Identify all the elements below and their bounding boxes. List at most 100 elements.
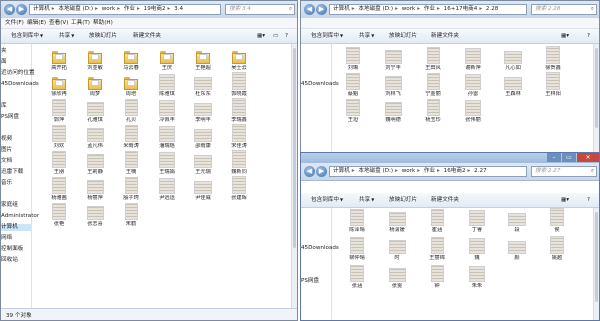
folder-item[interactable]: 徐欣冉: [44, 72, 74, 97]
view-options-icon[interactable]: ▦▾: [257, 32, 265, 40]
image-file-item[interactable]: 张涵: [342, 264, 372, 289]
breadcrumb-item[interactable]: 19电商2: [144, 6, 166, 12]
image-file-item[interactable]: 丁睿: [462, 208, 492, 233]
breadcrumb-item[interactable]: 本地磁盘 (D:): [358, 168, 393, 174]
image-file-item[interactable]: 郭萍: [44, 98, 74, 123]
sidebar-item[interactable]: 视频: [1, 136, 12, 143]
help-icon[interactable]: ?: [587, 32, 590, 40]
image-file-item[interactable]: 王楠: [116, 150, 146, 175]
sidebar-item[interactable]: 库: [1, 103, 7, 110]
include-in-library-button[interactable]: 包含到库中▼: [11, 32, 43, 40]
image-file-item[interactable]: 杨玉珍: [418, 98, 448, 123]
image-file-item[interactable]: 柳仲晴: [342, 236, 372, 261]
image-file-item[interactable]: 刘宁丰: [378, 46, 408, 71]
breadcrumb-item[interactable]: 2.27: [474, 168, 486, 174]
image-file-item[interactable]: 殷子珂: [116, 176, 146, 201]
sidebar-item[interactable]: 控制面板: [1, 246, 23, 253]
new-folder-button[interactable]: 新建文件夹: [133, 32, 161, 40]
image-file-item[interactable]: 张艳: [44, 202, 74, 227]
forward-button[interactable]: ▶: [316, 4, 327, 15]
breadcrumb-item[interactable]: 3.4: [174, 6, 183, 12]
image-file-item[interactable]: 孙雷: [458, 72, 488, 97]
image-file-item[interactable]: 时: [382, 236, 412, 261]
scrollbar-thumb[interactable]: [595, 48, 598, 128]
sidebar-item[interactable]: 面: [1, 59, 7, 66]
image-file-item[interactable]: 陈泽晴: [342, 208, 372, 233]
folder-item[interactable]: 马云春: [116, 46, 146, 71]
breadcrumb[interactable]: 计算机 ▸ 本地磁盘 (D:) ▸ work ▸ 作业 ▸ 19电商2 ▸ 3.4: [29, 4, 221, 15]
image-file-item[interactable]: 魏: [462, 236, 492, 261]
breadcrumb-item[interactable]: 作业: [424, 6, 435, 12]
breadcrumb-item[interactable]: work: [102, 6, 116, 12]
breadcrumb-item[interactable]: 2.28: [486, 6, 498, 12]
minimize-button[interactable]: –: [547, 153, 561, 162]
include-in-library-button[interactable]: 包含到库中▼: [311, 196, 343, 204]
view-options-icon[interactable]: ▦▾: [561, 32, 569, 40]
folder-item[interactable]: 吴士云: [224, 46, 254, 71]
share-button[interactable]: 共享▼: [59, 32, 74, 40]
sidebar-item[interactable]: 近访问的位置: [1, 70, 35, 77]
image-file-item[interactable]: 徐贺鑫: [538, 46, 568, 71]
image-file-item[interactable]: 王瑞娟: [152, 150, 182, 175]
menu-help[interactable]: 帮助(H): [93, 19, 113, 27]
image-file-item[interactable]: 钟: [422, 264, 452, 289]
image-file-item[interactable]: 李明丰: [188, 98, 218, 123]
forward-button[interactable]: ▶: [16, 4, 27, 15]
breadcrumb-item[interactable]: 计算机: [333, 168, 350, 174]
image-file-item[interactable]: 郭晓霞: [224, 72, 254, 97]
image-file-item[interactable]: 冷佩丰: [152, 98, 182, 123]
breadcrumb-item[interactable]: 本地磁盘 (D:): [358, 6, 393, 12]
image-file-item[interactable]: 潘瑞瑶: [152, 124, 182, 149]
breadcrumb-item[interactable]: 16+17电商4: [444, 6, 478, 12]
slideshow-button[interactable]: 放映幻灯片: [89, 32, 117, 40]
scrollbar-thumb[interactable]: [595, 212, 598, 302]
sidebar-item[interactable]: 图片: [1, 147, 12, 154]
image-file-item[interactable]: 李瑞鑫: [224, 98, 254, 123]
image-file-item[interactable]: 王元瑞: [188, 150, 218, 175]
slideshow-button[interactable]: 放映幻灯片: [389, 32, 417, 40]
image-file-item[interactable]: 宋佳涛: [224, 124, 254, 149]
image-file-item[interactable]: 朱朱: [462, 264, 492, 289]
breadcrumb[interactable]: 计算机 ▸ 本地磁盘 (D:) ▸ work ▸ 作业 ▸ 16+17电商4 ▸ 2.28: [329, 4, 527, 15]
image-file-item[interactable]: 魏明德: [378, 98, 408, 123]
image-file-item[interactable]: 凡心如: [498, 46, 528, 71]
sidebar-item[interactable]: 迅雷下载: [1, 169, 23, 176]
breadcrumb-item[interactable]: work: [402, 168, 416, 174]
menu-view[interactable]: 查看(V): [49, 19, 68, 27]
breadcrumb-item[interactable]: 作业: [124, 6, 135, 12]
image-file-item[interactable]: 朱鹤: [116, 202, 146, 227]
image-file-item[interactable]: 米雨涛: [116, 124, 146, 149]
breadcrumb-item[interactable]: 计算机: [33, 6, 50, 12]
vertical-scrollbar[interactable]: [291, 44, 297, 309]
breadcrumb-item[interactable]: work: [402, 6, 416, 12]
image-file-item[interactable]: 段: [502, 208, 532, 233]
sidebar-item[interactable]: PS网盘: [301, 278, 319, 285]
image-file-item[interactable]: 杨潇媛: [382, 208, 412, 233]
image-file-item[interactable]: 王森林: [498, 72, 528, 97]
back-button[interactable]: ◀: [4, 4, 15, 15]
sidebar-item[interactable]: 计算机: [1, 224, 31, 231]
image-file-item[interactable]: 谢新萍: [458, 46, 488, 71]
help-icon[interactable]: ?: [285, 32, 288, 40]
folder-item[interactable]: 周培: [116, 72, 146, 97]
image-file-item[interactable]: 姚越: [542, 236, 572, 261]
image-file-item[interactable]: 邵雨康: [188, 124, 218, 149]
new-folder-button[interactable]: 新建文件夹: [431, 32, 459, 40]
image-file-item[interactable]: 蔡魁: [338, 72, 368, 97]
search-input[interactable]: 搜索 3.4 ⌕: [225, 4, 295, 15]
image-file-item[interactable]: 陈雅琪: [152, 72, 182, 97]
menu-edit[interactable]: 编辑(E): [27, 19, 46, 27]
sidebar-item[interactable]: 文档: [1, 158, 12, 165]
image-file-item[interactable]: 王田风: [418, 46, 448, 71]
sidebar-item[interactable]: 家庭组: [1, 202, 18, 209]
breadcrumb-item[interactable]: 本地磁盘 (D:): [58, 6, 93, 12]
image-file-item[interactable]: 杜东东: [188, 72, 218, 97]
folder-item[interactable]: 高开拓: [44, 46, 74, 71]
share-button[interactable]: 共享▼: [359, 32, 374, 40]
sidebar-item[interactable]: PS网盘: [1, 114, 19, 121]
folder-item[interactable]: 王庆: [152, 46, 182, 71]
close-button[interactable]: ✕: [577, 153, 599, 162]
image-file-item[interactable]: 尹佳威: [188, 176, 218, 201]
back-button[interactable]: ◀: [304, 166, 315, 177]
scrollbar-thumb[interactable]: [293, 48, 296, 248]
